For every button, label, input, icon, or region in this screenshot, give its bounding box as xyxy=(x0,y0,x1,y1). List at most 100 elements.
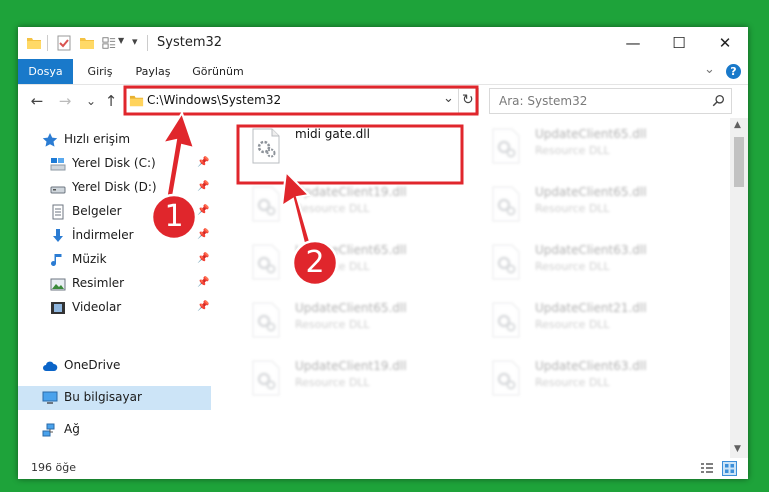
navigation-pane: Hızlı erişim Yerel Disk (C:) 📌 Yerel Dis… xyxy=(18,118,211,448)
explorer-window: ▼ ▾ System32 — ☐ ✕ Dosya Giriş Paylaş Gö… xyxy=(18,27,748,479)
pin-icon[interactable]: 📌 xyxy=(197,205,209,216)
sidebar-item-local-disk-c[interactable]: Yerel Disk (C:) 📌 xyxy=(18,152,211,176)
computer-icon xyxy=(42,391,58,404)
sidebar-item-label: Yerel Disk (D:) xyxy=(72,180,157,194)
chevron-down-icon[interactable]: ▼ xyxy=(118,36,124,45)
search-input[interactable]: Ara: System32 xyxy=(499,94,587,108)
sidebar-item-quick-access[interactable]: Hızlı erişim xyxy=(18,128,211,152)
file-type: Resource DLL xyxy=(535,202,610,215)
sidebar-item-label: İndirmeler xyxy=(72,228,134,242)
large-icons-view-icon[interactable] xyxy=(722,461,737,476)
sidebar-item-label: Ağ xyxy=(64,422,80,436)
documents-icon xyxy=(52,204,64,220)
tab-home[interactable]: Giriş xyxy=(80,59,120,84)
ribbon: Dosya Giriş Paylaş Görünüm ⌄ ? xyxy=(18,59,748,85)
file-name: UpdateClient21.dll xyxy=(535,301,647,315)
scroll-down-icon[interactable]: ▼ xyxy=(734,444,741,454)
separator xyxy=(47,35,48,51)
dll-file-icon xyxy=(492,302,520,338)
separator xyxy=(147,35,148,51)
downloads-icon xyxy=(53,229,63,242)
customize-quick-access-icon[interactable]: ▾ xyxy=(132,35,138,48)
file-name: UpdateClient65.dll xyxy=(295,301,407,315)
file-item-midi-gate[interactable]: midi gate.dll xyxy=(242,118,472,170)
back-button[interactable]: ← xyxy=(26,90,48,112)
file-name: midi gate.dll xyxy=(295,127,370,141)
search-box[interactable]: Ara: System32 xyxy=(489,88,732,114)
pin-icon[interactable]: 📌 xyxy=(197,301,209,312)
star-icon xyxy=(42,133,58,147)
scroll-up-icon[interactable]: ▲ xyxy=(734,120,741,130)
recent-locations-button[interactable]: ⌄ xyxy=(80,90,102,112)
file-name: UpdateClient63.dll xyxy=(535,243,647,257)
navigation-bar: ← → ⌄ ↑ C:\Windows\System32 ⌄ ↻ Ara: Sys… xyxy=(18,84,748,118)
pin-icon[interactable]: 📌 xyxy=(197,181,209,192)
file-type: Resource DLL xyxy=(295,202,370,215)
file-item[interactable]: UpdateClient65.dll Resource DLL xyxy=(242,292,472,344)
marker-2-number: 2 xyxy=(305,245,325,280)
address-bar[interactable]: C:\Windows\System32 ⌄ ↻ xyxy=(124,88,479,114)
sidebar-item-local-disk-d[interactable]: Yerel Disk (D:) 📌 xyxy=(18,176,211,200)
item-count: 196 öğe xyxy=(31,461,76,474)
title-bar: ▼ ▾ System32 — ☐ ✕ xyxy=(18,27,748,59)
file-item[interactable]: UpdateClient63.dll Resource DLL xyxy=(482,234,712,286)
sidebar-item-music[interactable]: Müzik 📌 xyxy=(18,248,211,272)
dll-file-icon xyxy=(492,244,520,280)
sidebar-item-label: Bu bilgisayar xyxy=(64,390,142,404)
pin-icon[interactable]: 📌 xyxy=(197,253,209,264)
file-type: Resource DLL xyxy=(535,318,610,331)
dll-file-icon xyxy=(252,302,280,338)
file-item[interactable]: UpdateClient19.dll Resource DLL xyxy=(242,176,472,228)
sidebar-item-onedrive[interactable]: OneDrive xyxy=(18,354,211,378)
file-type: Resource DLL xyxy=(535,376,610,389)
sidebar-item-network[interactable]: Ağ xyxy=(18,418,211,442)
pin-icon[interactable]: 📌 xyxy=(197,229,209,240)
file-item[interactable]: UpdateClient21.dll Resource DLL xyxy=(482,292,712,344)
file-name: UpdateClient65.dll xyxy=(535,127,647,141)
dll-file-icon xyxy=(252,244,280,280)
close-button[interactable]: ✕ xyxy=(702,27,748,59)
help-icon[interactable]: ? xyxy=(726,64,741,79)
properties-icon[interactable] xyxy=(56,34,72,52)
sidebar-item-pictures[interactable]: Resimler 📌 xyxy=(18,272,211,296)
scroll-thumb[interactable] xyxy=(734,137,744,187)
file-type: Resource DLL xyxy=(535,260,610,273)
maximize-button[interactable]: ☐ xyxy=(656,27,702,59)
videos-icon xyxy=(51,302,65,314)
dll-file-icon xyxy=(492,128,520,164)
tab-share[interactable]: Paylaş xyxy=(130,59,176,84)
folder-icon xyxy=(27,38,41,49)
window-title: System32 xyxy=(157,35,223,50)
ribbon-expand-icon[interactable]: ⌄ xyxy=(704,62,715,77)
file-item[interactable]: UpdateClient65.dll Resource DLL xyxy=(482,118,712,170)
file-item[interactable]: UpdateClient65.dll Resource DLL xyxy=(482,176,712,228)
file-type: Resource DLL xyxy=(535,144,610,157)
dll-file-icon xyxy=(492,186,520,222)
address-dropdown-icon[interactable]: ⌄ xyxy=(443,91,454,106)
search-icon[interactable] xyxy=(712,94,725,107)
pin-icon[interactable]: 📌 xyxy=(197,157,209,168)
drive-icon xyxy=(50,186,66,194)
sidebar-item-label: Resimler xyxy=(72,276,125,290)
marker-1-number: 1 xyxy=(164,199,184,234)
dll-file-icon xyxy=(252,128,280,164)
forward-button[interactable]: → xyxy=(54,90,76,112)
file-item[interactable]: UpdateClient19.dll Resource DLL xyxy=(242,350,472,402)
minimize-button[interactable]: — xyxy=(610,27,656,59)
tab-file[interactable]: Dosya xyxy=(18,59,73,84)
sidebar-item-videos[interactable]: Videolar 📌 xyxy=(18,296,211,320)
details-view-icon[interactable] xyxy=(700,462,714,475)
view-icon[interactable] xyxy=(102,34,116,52)
new-folder-icon[interactable] xyxy=(79,34,95,52)
file-item[interactable]: UpdateClient63.dll Resource DLL xyxy=(482,350,712,402)
network-icon xyxy=(42,423,55,437)
address-path[interactable]: C:\Windows\System32 xyxy=(147,93,281,107)
file-item[interactable]: UpdateClient65.dll Resource DLL xyxy=(242,234,472,286)
tab-view[interactable]: Görünüm xyxy=(188,59,248,84)
sidebar-item-this-pc[interactable]: Bu bilgisayar xyxy=(18,386,211,410)
refresh-button[interactable]: ↻ xyxy=(462,92,474,108)
file-name: UpdateClient65.dll xyxy=(535,185,647,199)
pin-icon[interactable]: 📌 xyxy=(197,277,209,288)
up-button[interactable]: ↑ xyxy=(100,90,122,112)
vertical-scrollbar[interactable]: ▲ ▼ xyxy=(730,118,748,458)
